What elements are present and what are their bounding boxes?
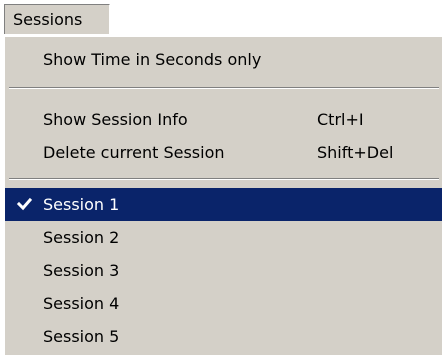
menu-item-label: Session 3 — [43, 261, 120, 280]
checkmark-icon — [15, 188, 35, 221]
menu-bar: Sessions — [0, 0, 442, 38]
menu-item-session-3[interactable]: Session 3 — [5, 254, 442, 287]
menu-item-shortcut: Shift+Del — [317, 143, 394, 162]
sessions-menu[interactable]: Sessions — [4, 4, 110, 34]
sessions-dropdown: Show Time in Seconds only Show Session I… — [4, 37, 442, 355]
menu-item-show-session-info[interactable]: Show Session Info Ctrl+I — [5, 103, 442, 136]
menu-item-delete-current-session[interactable]: Delete current Session Shift+Del — [5, 136, 442, 169]
menu-item-session-2[interactable]: Session 2 — [5, 221, 442, 254]
menu-item-label: Delete current Session — [43, 143, 225, 162]
sessions-menu-label: Sessions — [13, 10, 83, 29]
menu-item-label: Session 2 — [43, 228, 120, 247]
menu-separator — [9, 178, 439, 180]
menu-separator — [9, 87, 439, 89]
menu-item-label: Show Session Info — [43, 110, 188, 129]
menu-item-label: Session 1 — [43, 195, 120, 214]
menu-item-label: Show Time in Seconds only — [43, 50, 262, 69]
menu-item-shortcut: Ctrl+I — [317, 110, 364, 129]
menu-item-session-1[interactable]: Session 1 — [5, 188, 442, 221]
menu-item-label: Session 4 — [43, 294, 120, 313]
menu-item-session-4[interactable]: Session 4 — [5, 287, 442, 320]
menu-item-label: Session 5 — [43, 327, 120, 346]
menu-item-show-time-seconds[interactable]: Show Time in Seconds only — [5, 43, 442, 76]
menu-item-session-5[interactable]: Session 5 — [5, 320, 442, 353]
